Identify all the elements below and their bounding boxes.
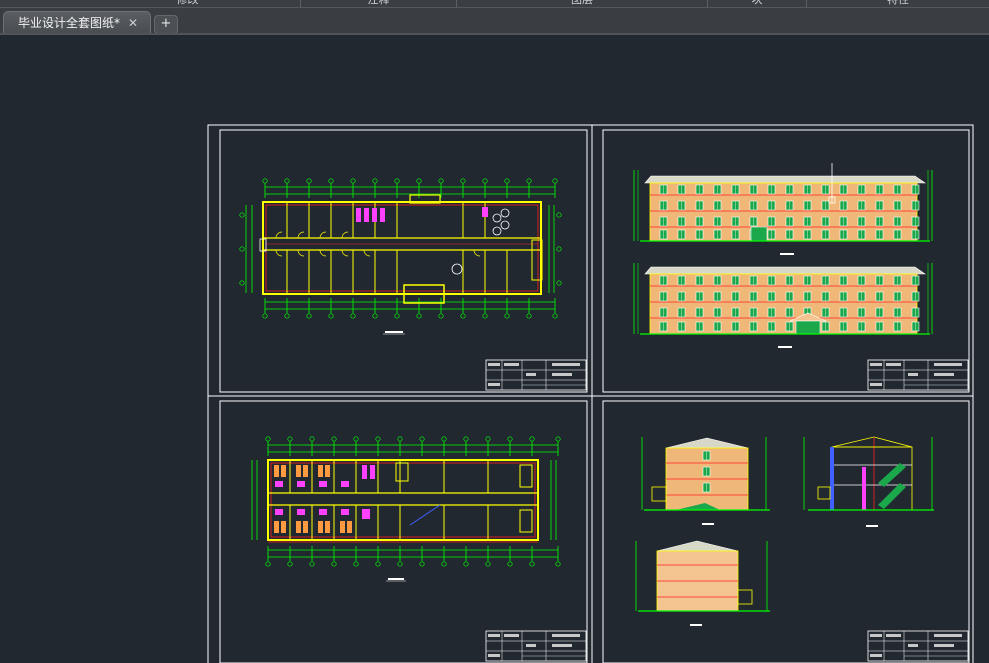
ribbon-group-layers[interactable]: 图层 [457, 0, 708, 7]
sheet-floor-plan-1 [219, 129, 588, 393]
sheet-elevations-2 [602, 400, 970, 663]
ribbon-panel-strip: 修改 注释 图层 块 特性 [0, 0, 989, 8]
cad-drawing-canvas[interactable] [0, 35, 989, 663]
close-icon[interactable]: ✕ [127, 16, 139, 30]
file-tab-label: 毕业设计全套图纸* [18, 16, 121, 30]
drawing-viewport[interactable] [0, 35, 989, 663]
sheet-floor-plan-2 [219, 400, 588, 663]
file-tab-bar: 毕业设计全套图纸* ✕ + [0, 8, 989, 35]
sheet-elevations-1 [602, 129, 970, 393]
plus-icon[interactable]: + [154, 15, 178, 34]
file-tab[interactable]: 毕业设计全套图纸* ✕ [3, 11, 151, 35]
ribbon-group-modify[interactable]: 修改 [75, 0, 301, 7]
ribbon-group-properties[interactable]: 特性 [807, 0, 989, 7]
ribbon-group-block[interactable]: 块 [708, 0, 807, 7]
ribbon-group-annotation[interactable]: 注释 [301, 0, 457, 7]
